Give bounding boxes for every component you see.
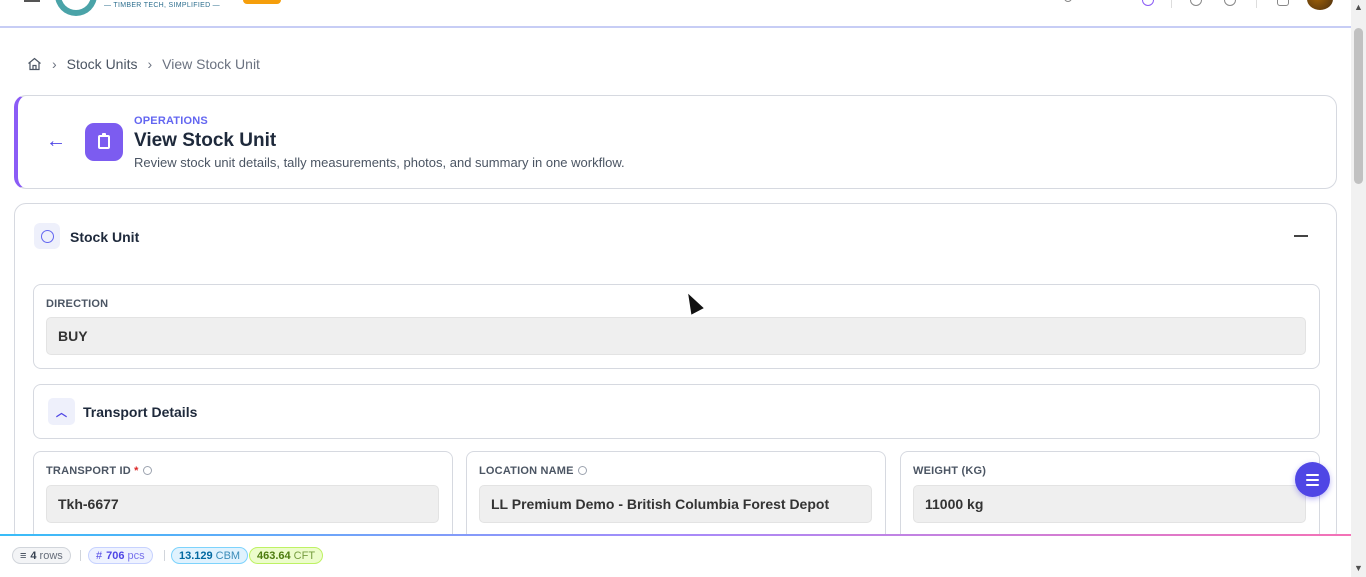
compass-icon	[34, 223, 60, 249]
page-title: View Stock Unit	[134, 130, 277, 151]
pcs-count-chip: #706 pcs	[88, 547, 153, 564]
menu-icon[interactable]	[24, 0, 40, 2]
stock-unit-card: Stock Unit DIRECTION BUY ︿ Transport Det…	[14, 203, 1337, 551]
logo-tagline: — TIMBER TECH, SIMPLIFIED —	[104, 2, 220, 9]
section-kicker: OPERATIONS	[134, 115, 208, 127]
stock-unit-title: Stock Unit	[70, 229, 140, 245]
cft-chip: 463.64 CFT	[249, 547, 324, 564]
plan-badge	[243, 0, 281, 4]
info-icon	[142, 466, 152, 475]
collapse-section-button[interactable]	[1294, 235, 1308, 237]
location-name-label: LOCATION NAME	[479, 465, 587, 477]
chevron-right-icon: ›	[147, 56, 153, 72]
scrollbar-thumb[interactable]	[1354, 28, 1363, 184]
theme-icon[interactable]	[1142, 0, 1154, 6]
transport-id-value[interactable]: Tkh-6677	[46, 485, 439, 523]
weight-value[interactable]: 11000 kg	[913, 485, 1306, 523]
help-icon[interactable]	[1190, 0, 1202, 6]
location-name-value[interactable]: LL Premium Demo - British Columbia Fores…	[479, 485, 872, 523]
clipboard-icon	[85, 123, 123, 161]
bell-icon[interactable]	[1277, 0, 1289, 6]
summary-bar: ≡ 4 rows #706 pcs 13.129 CBM 463.64 CFT	[0, 534, 1352, 577]
scroll-down-icon[interactable]: ▼	[1354, 563, 1363, 573]
divider	[1256, 0, 1257, 8]
chevron-up-icon[interactable]: ︿	[48, 398, 75, 425]
info-icon	[577, 466, 587, 475]
transport-details-header[interactable]: ︿ Transport Details	[33, 384, 1320, 439]
divider	[80, 550, 81, 561]
direction-field: DIRECTION BUY	[33, 284, 1320, 369]
breadcrumb-current: View Stock Unit	[162, 56, 260, 72]
status-icon[interactable]	[1064, 0, 1072, 2]
back-arrow-icon[interactable]: ←	[46, 130, 66, 153]
top-navbar: — TIMBER TECH, SIMPLIFIED —	[0, 0, 1352, 28]
cbm-chip: 13.129 CBM	[171, 547, 249, 564]
divider	[164, 550, 165, 561]
breadcrumb: › Stock Units › View Stock Unit	[27, 56, 260, 72]
direction-label: DIRECTION	[46, 298, 109, 310]
brand-logo[interactable]	[55, 0, 97, 16]
chevron-right-icon: ›	[52, 56, 57, 72]
settings-icon[interactable]	[1224, 0, 1236, 6]
user-avatar[interactable]	[1307, 0, 1333, 10]
transport-details-title: Transport Details	[83, 404, 198, 420]
weight-label: WEIGHT (KG)	[913, 465, 987, 477]
breadcrumb-stock-units[interactable]: Stock Units	[67, 56, 138, 72]
direction-value[interactable]: BUY	[46, 317, 1306, 355]
scroll-up-icon[interactable]: ▲	[1354, 2, 1363, 12]
page-header-card: ← OPERATIONS View Stock Unit Review stoc…	[14, 95, 1337, 189]
rows-count-chip: ≡ 4 rows	[12, 547, 71, 564]
home-icon[interactable]	[27, 57, 42, 71]
page-subtitle: Review stock unit details, tally measure…	[134, 155, 625, 170]
divider	[1171, 0, 1172, 8]
page-scrollbar[interactable]: ▲ ▼	[1351, 0, 1366, 577]
floating-menu-button[interactable]	[1295, 462, 1330, 497]
transport-id-label: TRANSPORT ID *	[46, 465, 152, 477]
